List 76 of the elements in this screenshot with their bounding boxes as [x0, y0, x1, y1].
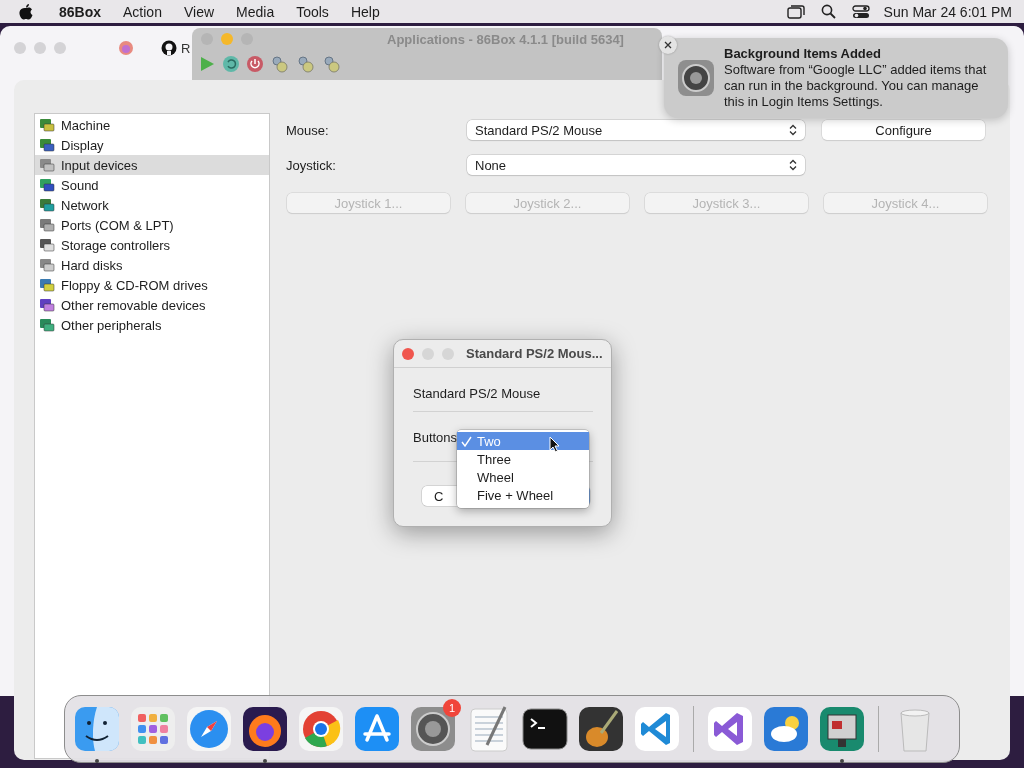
field-label: Joystick: — [286, 157, 337, 173]
field-label: Mouse: — [286, 122, 330, 138]
reset-icon[interactable] — [222, 55, 240, 73]
app-store-icon[interactable] — [353, 705, 401, 753]
device-name: Standard PS/2 Mouse — [413, 386, 541, 401]
terminal-icon[interactable] — [521, 705, 569, 753]
toggles-icon[interactable] — [851, 4, 870, 19]
launchpad-icon[interactable] — [129, 705, 177, 753]
hardware-icon — [39, 237, 55, 253]
browser-logo-icon[interactable] — [118, 40, 134, 56]
menu-option[interactable]: Wheel — [457, 468, 589, 486]
category-item[interactable]: Other removable devices — [35, 295, 269, 315]
category-item[interactable]: Input devices — [35, 155, 269, 175]
search-icon[interactable] — [820, 4, 836, 19]
category-item[interactable]: Machine — [35, 115, 269, 135]
pointer-icon — [549, 436, 561, 453]
configure-button[interactable]: Configure — [822, 120, 985, 140]
dialog-title: Standard PS/2 Mous... — [466, 346, 603, 361]
hardware-icon — [39, 277, 55, 293]
power-icon[interactable] — [246, 55, 264, 73]
menu-option[interactable]: Five + Wheel — [457, 486, 589, 504]
hardware-icon — [39, 137, 55, 153]
hardware-icon — [39, 297, 55, 313]
menu-item[interactable]: Help — [350, 3, 380, 20]
notification-body: Software from “Google LLC” added items that can run in the background. You can manage this in Login Items Settings. — [724, 62, 988, 110]
gear-icon[interactable] — [409, 705, 457, 753]
window-icon[interactable] — [786, 4, 805, 19]
circuit-board-icon[interactable] — [818, 705, 866, 753]
code-editor-icon[interactable] — [633, 705, 681, 753]
updown-chevron-icon — [789, 124, 797, 136]
category-item[interactable]: Network — [35, 195, 269, 215]
hardware-icon — [39, 317, 55, 333]
notification-title: Background Items Added — [724, 46, 882, 62]
hardware-icon — [39, 197, 55, 213]
joystick-select[interactable]: None — [467, 155, 805, 175]
finder-icon[interactable] — [73, 705, 121, 753]
gear-icon — [678, 60, 714, 96]
fox-globe-icon[interactable] — [241, 705, 289, 753]
hardware-icon — [39, 177, 55, 193]
category-item[interactable]: Storage controllers — [35, 235, 269, 255]
category-item[interactable]: Sound — [35, 175, 269, 195]
window-title: Applications - 86Box 4.1.1 [build 5634] — [387, 31, 624, 47]
menu-item[interactable]: Action — [123, 3, 162, 20]
hardware-icon — [39, 157, 55, 173]
menu-item[interactable]: Tools — [296, 3, 329, 20]
hardware-icon — [39, 257, 55, 273]
guitar-icon[interactable] — [577, 705, 625, 753]
close-icon — [664, 41, 672, 49]
menu-option[interactable]: Three — [457, 450, 589, 468]
category-item[interactable]: Floppy & CD-ROM drives — [35, 275, 269, 295]
category-item[interactable]: Ports (COM & LPT) — [35, 215, 269, 235]
notification[interactable]: Background Items Added Software from “Google LLC” added items that can run in the background. You can manage this in Login Items Settings. — [664, 38, 1008, 118]
cloud-sun-icon[interactable] — [762, 705, 810, 753]
field-label: Buttons — [413, 430, 458, 445]
running-indicator — [263, 759, 267, 763]
compass-icon[interactable] — [185, 705, 233, 753]
tab-title[interactable]: R — [181, 40, 191, 56]
mouse-select[interactable]: Standard PS/2 Mouse — [467, 120, 805, 140]
app-menu[interactable]: 86Box — [59, 3, 102, 20]
category-item[interactable]: Hard disks — [35, 255, 269, 275]
running-indicator — [840, 759, 844, 763]
hardware-icon — [39, 217, 55, 233]
category-item[interactable]: Display — [35, 135, 269, 155]
close-control[interactable] — [402, 347, 414, 360]
running-indicator — [95, 759, 99, 763]
menu-item[interactable]: Media — [236, 3, 275, 20]
apple-icon[interactable] — [19, 3, 33, 20]
hardware-icon — [39, 117, 55, 133]
category-item[interactable]: Other peripherals — [35, 315, 269, 335]
clock[interactable]: Sun Mar 24 6:01 PM — [883, 3, 1012, 20]
visual-studio-icon[interactable] — [706, 705, 754, 753]
check-icon — [461, 435, 472, 447]
notification-badge: 1 — [443, 699, 461, 717]
menu-item[interactable]: View — [183, 3, 215, 20]
chrome-icon[interactable] — [297, 705, 345, 753]
updown-chevron-icon — [789, 159, 797, 171]
